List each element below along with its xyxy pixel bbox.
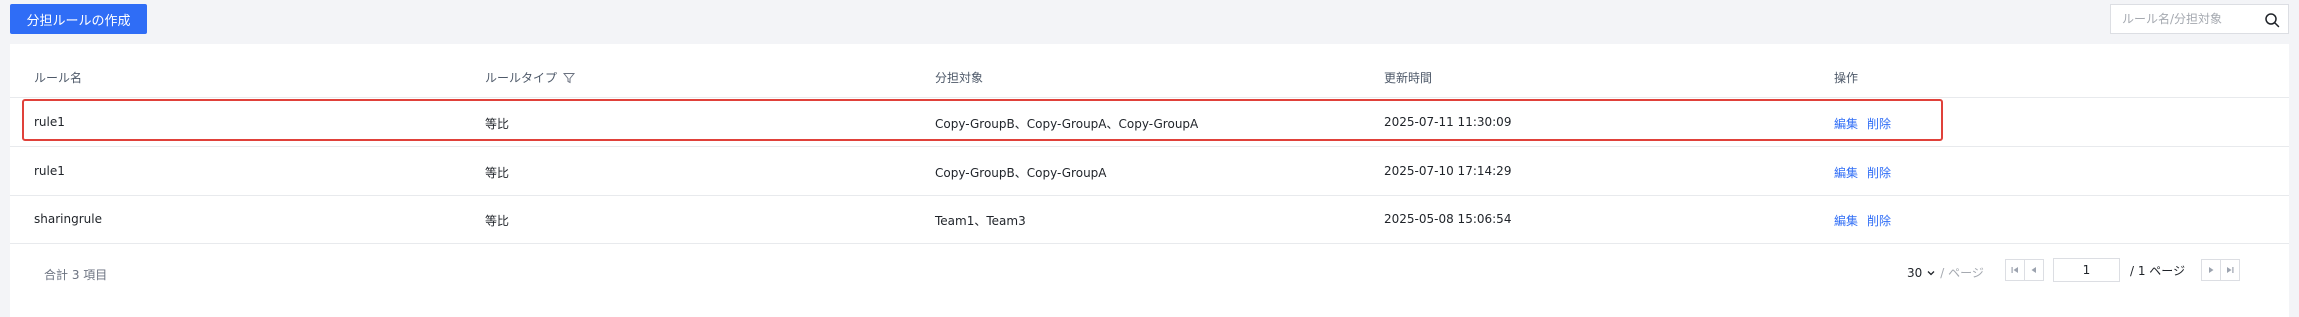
delete-link[interactable]: 削除 [1867,212,1891,229]
table-row: rule1 等比 Copy-GroupB、Copy-GroupA、Copy-Gr… [10,98,2289,147]
row-actions: 編集 削除 [1834,164,1891,181]
table-row: sharingrule 等比 Team1、Team3 2025-05-08 15… [10,195,2289,244]
create-rule-button[interactable]: 分担ルールの作成 [10,4,147,34]
search-input[interactable] [2120,6,2264,32]
page-size-value: 30 [1907,265,1923,280]
header-targets: 分担対象 [935,71,984,85]
next-page-button[interactable] [2201,259,2222,281]
prev-page-icon [2031,267,2036,273]
page-total: / 1 ページ [2130,263,2186,278]
cell-rule-name: sharingrule [34,212,102,226]
pager: / 1 ページ [2005,258,2241,282]
cell-rule-name: rule1 [34,164,65,178]
page-size-unit: / ページ [1940,266,1984,280]
prev-page-button[interactable] [2024,259,2044,281]
cell-rule-type: 等比 [485,117,510,131]
cell-targets: Team1、Team3 [935,214,1026,228]
header-rule-type-label: ルールタイプ [485,71,558,85]
row-actions: 編集 削除 [1834,115,1891,132]
search-box[interactable] [2110,4,2289,34]
cell-targets: Copy-GroupB、Copy-GroupA、Copy-GroupA [935,117,1199,131]
header-rule-name: ルール名 [34,71,83,85]
page-size-select[interactable]: 30 / ページ [1907,264,1984,281]
cell-updated: 2025-07-11 11:30:09 [1384,115,1512,129]
cell-rule-name: rule1 [34,115,65,129]
chevron-down-icon [1927,270,1935,275]
cell-rule-type: 等比 [485,214,510,228]
delete-link[interactable]: 削除 [1867,115,1891,132]
toolbar: 分担ルールの作成 [0,0,2299,44]
cell-targets: Copy-GroupB、Copy-GroupA [935,166,1107,180]
table-row: rule1 等比 Copy-GroupB、Copy-GroupA 2025-07… [10,147,2289,196]
edit-link[interactable]: 編集 [1834,212,1858,229]
search-icon[interactable] [2264,12,2280,28]
header-rule-type: ルールタイプ [485,69,576,86]
delete-link[interactable]: 削除 [1867,164,1891,181]
last-page-icon [2227,267,2234,273]
total-count: 合計 3 項目 [44,268,108,282]
cell-rule-type: 等比 [485,166,510,180]
cell-updated: 2025-05-08 15:06:54 [1384,212,1512,226]
cell-updated: 2025-07-10 17:14:29 [1384,164,1512,178]
page-number-input[interactable] [2053,258,2120,282]
filter-icon[interactable] [563,72,576,84]
edit-link[interactable]: 編集 [1834,115,1858,132]
first-page-icon [2011,267,2018,273]
header-updated: 更新時間 [1384,71,1433,85]
first-page-button[interactable] [2005,259,2025,281]
pagination-bar: 合計 3 項目 30 / ページ / 1 ページ [10,240,2289,300]
table-header: ルール名 ルールタイプ 分担対象 更新時間 操作 [10,44,2289,98]
edit-link[interactable]: 編集 [1834,164,1858,181]
rules-table-panel: ルール名 ルールタイプ 分担対象 更新時間 操作 rule1 等比 Copy-G… [10,44,2289,317]
next-page-icon [2209,267,2214,273]
row-actions: 編集 削除 [1834,212,1891,229]
header-actions: 操作 [1834,71,1859,85]
last-page-button[interactable] [2220,259,2241,281]
